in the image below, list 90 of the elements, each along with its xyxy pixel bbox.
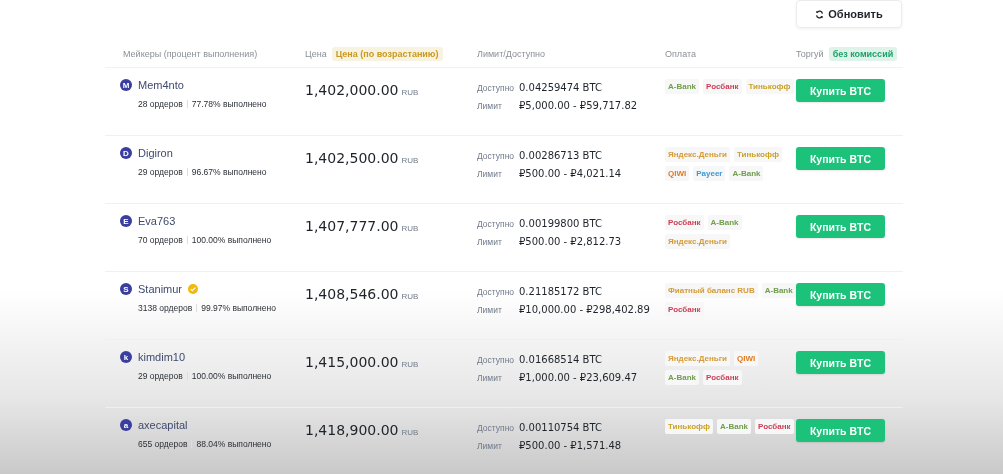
column-header: Лимит/Доступно bbox=[477, 48, 546, 59]
price: 1,402,000.00 bbox=[305, 82, 399, 98]
price: 1,407,777.00 bbox=[305, 218, 399, 234]
payment-tag: A-Bank bbox=[717, 419, 752, 434]
refresh-button[interactable]: Обновить bbox=[796, 0, 902, 28]
limit-label: Лимит bbox=[477, 441, 503, 451]
column-badge: без комиссий bbox=[828, 46, 898, 61]
payment-tag: Росбанк bbox=[755, 419, 794, 434]
available-label: Доступно bbox=[477, 355, 516, 365]
maker-name[interactable]: Mem4nto bbox=[138, 79, 184, 91]
limit-range: ₽500.00 - ₽2,812.73 bbox=[519, 236, 623, 247]
payment-tag: A-Bank bbox=[729, 166, 764, 181]
available-amount: 0.00110754 BTC bbox=[519, 422, 603, 433]
order-count: 655 ордеров bbox=[138, 439, 188, 449]
payment-tag: Фиатный баланс RUB bbox=[665, 283, 758, 298]
payment-tag: Росбанк bbox=[703, 79, 742, 94]
limit-range: ₽10,000.00 - ₽298,402.89 bbox=[519, 304, 651, 315]
column-badge: Цена (по возрастанию) bbox=[331, 46, 443, 61]
column-header: Торгуй bbox=[796, 48, 824, 59]
currency: RUB bbox=[401, 292, 419, 301]
available-label: Доступно bbox=[477, 287, 516, 297]
payment-tag: Тинькофф bbox=[733, 147, 782, 162]
avatar: E bbox=[120, 215, 132, 227]
payment-tag: Тинькофф bbox=[665, 419, 714, 434]
payment-tag: QIWI bbox=[665, 166, 690, 181]
avatar: M bbox=[120, 79, 132, 91]
maker-name[interactable]: axecapital bbox=[138, 419, 188, 431]
payment-tag: Росбанк bbox=[665, 215, 704, 230]
completion-rate: 99.97% выполнено bbox=[201, 303, 276, 313]
limit-range: ₽5,000.00 - ₽59,717.82 bbox=[519, 100, 639, 111]
currency: RUB bbox=[401, 360, 419, 369]
available-label: Доступно bbox=[477, 151, 516, 161]
payment-tag: Яндекс.Деньги bbox=[665, 147, 730, 162]
available-amount: 0.21185172 BTC bbox=[519, 286, 603, 297]
order-count: 29 ордеров bbox=[138, 371, 183, 381]
limit-range: ₽500.00 - ₽4,021.14 bbox=[519, 168, 623, 179]
payment-tag: A-Bank bbox=[665, 370, 699, 385]
completion-rate: 88.04% выполнено bbox=[196, 439, 272, 449]
avatar: D bbox=[120, 147, 132, 159]
avatar: S bbox=[120, 283, 132, 295]
limit-label: Лимит bbox=[477, 373, 503, 383]
currency: RUB bbox=[401, 156, 419, 165]
maker-name[interactable]: Stanimur bbox=[138, 283, 183, 295]
column-header: Цена bbox=[305, 48, 327, 59]
completion-rate: 96.67% выполнено bbox=[191, 167, 267, 177]
limit-range: ₽500.00 - ₽1,571.48 bbox=[519, 440, 623, 451]
avatar: k bbox=[120, 351, 132, 363]
currency: RUB bbox=[401, 88, 419, 97]
payment-tag: QIWI bbox=[733, 351, 759, 366]
limit-label: Лимит bbox=[477, 101, 503, 111]
available-amount: 0.04259474 BTC bbox=[519, 82, 603, 93]
available-label: Доступно bbox=[477, 83, 516, 93]
column-header: Мейкеры (процент выполнения) bbox=[123, 48, 258, 59]
available-label: Доступно bbox=[477, 423, 516, 433]
payment-tag: Тинькофф bbox=[745, 79, 794, 94]
price: 1,408,546.00 bbox=[305, 286, 399, 302]
completion-rate: 100.00% выполнено bbox=[191, 235, 272, 245]
price: 1,402,500.00 bbox=[305, 150, 399, 166]
maker-name[interactable]: Eva763 bbox=[138, 215, 176, 227]
available-amount: 0.01668514 BTC bbox=[519, 354, 603, 365]
verified-icon bbox=[188, 284, 199, 294]
order-count: 70 ордеров bbox=[138, 235, 183, 245]
price: 1,418,900.00 bbox=[305, 422, 399, 438]
limit-label: Лимит bbox=[477, 237, 503, 247]
order-count: 29 ордеров bbox=[138, 167, 183, 177]
available-amount: 0.00286713 BTC bbox=[519, 150, 603, 161]
maker-name[interactable]: Digiron bbox=[138, 147, 173, 159]
limit-range: ₽1,000.00 - ₽23,609.47 bbox=[519, 372, 639, 383]
refresh-icon bbox=[815, 9, 825, 19]
currency: RUB bbox=[401, 428, 419, 437]
limit-label: Лимит bbox=[477, 305, 503, 315]
completion-rate: 100.00% выполнено bbox=[191, 371, 272, 381]
currency: RUB bbox=[401, 224, 419, 233]
available-amount: 0.00199800 BTC bbox=[519, 218, 603, 229]
order-count: 28 ордеров bbox=[138, 99, 183, 109]
completion-rate: 77.78% выполнено bbox=[191, 99, 267, 109]
payment-tag: Payeer bbox=[693, 166, 726, 181]
limit-label: Лимит bbox=[477, 169, 503, 179]
maker-name[interactable]: kimdim10 bbox=[138, 351, 186, 363]
payment-tag: Росбанк bbox=[703, 370, 742, 385]
column-header: Оплата bbox=[665, 48, 696, 59]
payment-tag: A-Bank bbox=[665, 79, 699, 94]
available-label: Доступно bbox=[477, 219, 516, 229]
payment-tag: A-Bank bbox=[707, 215, 742, 230]
avatar: a bbox=[120, 419, 132, 431]
price: 1,415,000.00 bbox=[305, 354, 399, 370]
payment-tag: A-Bank bbox=[761, 283, 796, 298]
payment-tag: Яндекс.Деньги bbox=[665, 351, 730, 366]
payment-tag: Яндекс.Деньги bbox=[665, 234, 730, 249]
order-count: 3138 ордеров bbox=[138, 303, 193, 313]
